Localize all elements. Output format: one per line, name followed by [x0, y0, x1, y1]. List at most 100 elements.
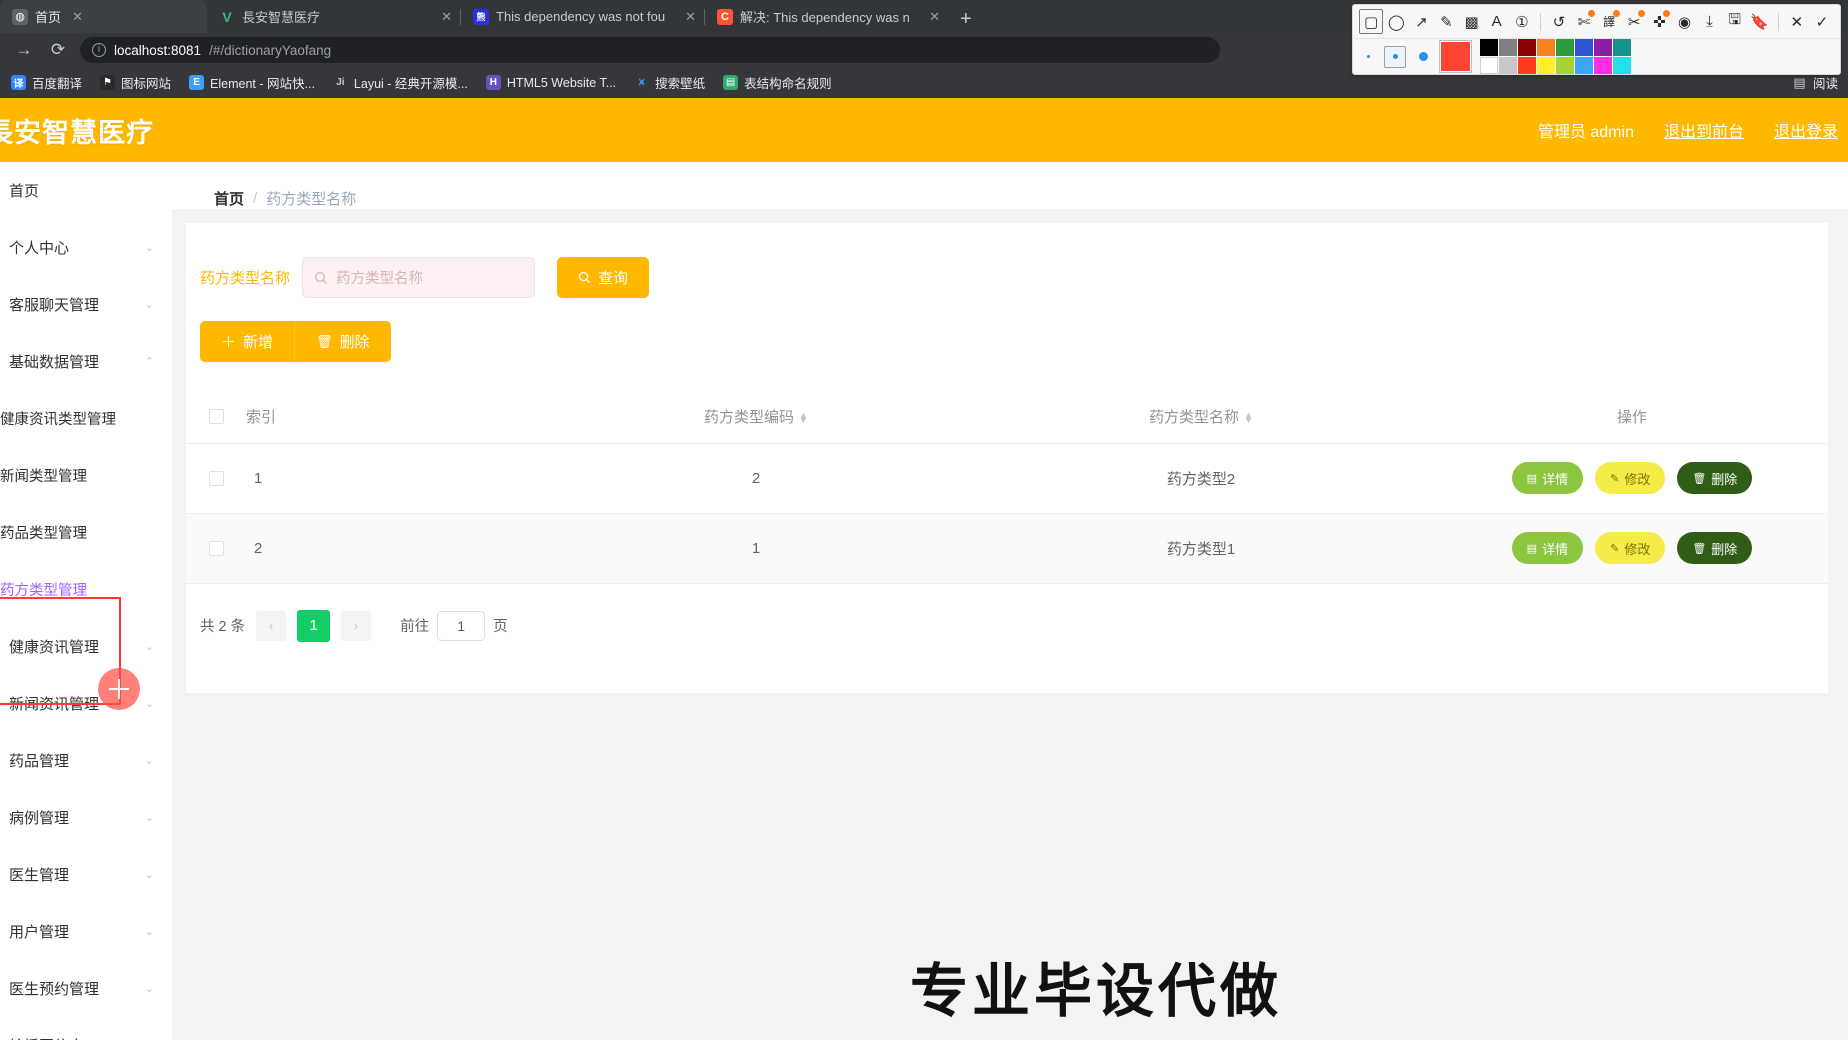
swatch-lightblue[interactable]: [1575, 57, 1593, 74]
edit-button[interactable]: ✎ 修改: [1595, 532, 1666, 564]
sidebar-item-drug-type[interactable]: 药品类型管理: [0, 504, 172, 561]
table-row[interactable]: 2 1 药方类型1 ▤ 详情 ✎ 修改 🗑 删除: [186, 513, 1828, 584]
row-checkbox[interactable]: [208, 471, 224, 487]
sidebar-item-chat-management[interactable]: 客服聊天管理 ⌄: [0, 276, 172, 333]
swatch-blue[interactable]: [1575, 39, 1593, 56]
swatch-magenta[interactable]: [1594, 57, 1612, 74]
batch-delete-button[interactable]: 🗑 删除: [294, 321, 391, 362]
sidebar-item-basic-data-management[interactable]: 基础数据管理 ⌃: [0, 333, 172, 390]
reading-list-label[interactable]: 阅读: [1813, 73, 1838, 92]
swatch-green[interactable]: [1556, 39, 1574, 56]
bookmark-html5-website[interactable]: H HTML5 Website T...: [479, 72, 623, 93]
browser-tab-3[interactable]: 熊 This dependency was not fou ✕: [461, 0, 704, 33]
sort-icon[interactable]: ▲ ▼: [799, 410, 808, 424]
undo-tool-icon[interactable]: ↺: [1547, 9, 1571, 34]
sidebar-item-drug-management[interactable]: 药品管理 ⌄: [0, 732, 172, 789]
active-color-swatch[interactable]: [1439, 40, 1472, 73]
forward-icon[interactable]: →: [12, 40, 36, 60]
browser-tab-4[interactable]: C 解决: This dependency was n ✕: [705, 0, 948, 33]
collect-tool-icon[interactable]: 🔖: [1748, 9, 1772, 34]
detail-button[interactable]: ▤ 详情: [1511, 532, 1584, 564]
ocr-tool-icon[interactable]: ✂: [1622, 9, 1646, 34]
cut-tool-icon[interactable]: ✄: [1572, 9, 1596, 34]
pencil-tool-icon[interactable]: ✎: [1434, 9, 1458, 34]
sidebar-item-personal-center[interactable]: 个人中心 ⌄: [0, 219, 172, 276]
sidebar-item-prescription-type[interactable]: 药方类型管理: [0, 561, 172, 618]
tab-close-icon[interactable]: ✕: [929, 9, 940, 25]
swatch-white[interactable]: [1480, 57, 1498, 74]
swatch-yellow[interactable]: [1537, 57, 1555, 74]
translate-tool-icon[interactable]: 譯: [1597, 9, 1621, 34]
new-tab-button[interactable]: +: [948, 9, 984, 33]
tab-close-icon[interactable]: ✕: [72, 9, 83, 25]
download-tool-icon[interactable]: ⤓: [1697, 9, 1721, 34]
sidebar-item-carousel-info[interactable]: 轮播图信息⌄: [0, 1017, 172, 1040]
swatch-purple[interactable]: [1594, 39, 1612, 56]
record-tool-icon[interactable]: ◉: [1672, 9, 1696, 34]
rect-tool-icon[interactable]: ▢: [1359, 9, 1384, 34]
logout-link[interactable]: 退出登录: [1774, 118, 1838, 142]
brush-size-small[interactable]: [1361, 50, 1375, 64]
swatch-cyan[interactable]: [1613, 57, 1631, 74]
bookmark-icon-site[interactable]: ⚑ 图标网站: [93, 70, 178, 95]
confirm-tool-icon[interactable]: ✓: [1810, 9, 1834, 34]
tab-close-icon[interactable]: ✕: [441, 9, 452, 25]
swatch-lightgray[interactable]: [1499, 57, 1517, 74]
column-name[interactable]: 药方类型名称 ▲ ▼: [966, 390, 1436, 444]
brush-size-large[interactable]: [1415, 49, 1431, 65]
query-button[interactable]: 查询: [557, 257, 650, 298]
bookmark-layui[interactable]: Ji Layui - 经典开源模...: [326, 70, 475, 95]
serial-number-tool-icon[interactable]: ①: [1510, 9, 1534, 34]
cancel-tool-icon[interactable]: ✕: [1785, 9, 1809, 34]
swatch-darkred[interactable]: [1518, 39, 1536, 56]
sidebar-item-news-type[interactable]: 新闻类型管理: [0, 447, 172, 504]
exit-to-frontend-link[interactable]: 退出到前台: [1664, 118, 1744, 142]
sidebar-item-case-management[interactable]: 病例管理 ⌄: [0, 789, 172, 846]
pagination-page-1[interactable]: 1: [297, 609, 331, 642]
tab-close-icon[interactable]: ✕: [685, 9, 696, 25]
address-input[interactable]: i localhost:8081 /#/dictionaryYaofang: [80, 37, 1220, 63]
ellipse-tool-icon[interactable]: ◯: [1384, 9, 1408, 34]
delete-button[interactable]: 🗑 删除: [1677, 462, 1753, 494]
sort-icon[interactable]: ▲ ▼: [1244, 410, 1253, 424]
sidebar-item-news-management[interactable]: 新闻资讯管理 ⌄: [0, 675, 172, 732]
delete-button[interactable]: 🗑 删除: [1677, 532, 1753, 564]
swatch-lime[interactable]: [1556, 57, 1574, 74]
swatch-gray[interactable]: [1499, 39, 1517, 56]
table-row[interactable]: 1 2 药方类型2 ▤ 详情 ✎ 修改 🗑 删除: [186, 443, 1828, 514]
sidebar-item-doctor-management[interactable]: 医生管理 ⌄: [0, 846, 172, 903]
brush-size-medium[interactable]: [1384, 45, 1406, 68]
bookmark-element[interactable]: E Element - 网站快...: [182, 70, 322, 95]
sidebar-item-home[interactable]: 首页: [0, 162, 172, 219]
save-tool-icon[interactable]: 🖫: [1723, 9, 1747, 34]
swatch-orange[interactable]: [1537, 39, 1555, 56]
pagination-next-button[interactable]: ›: [341, 610, 372, 641]
select-all-checkbox[interactable]: [208, 409, 224, 425]
detail-button[interactable]: ▤ 详情: [1511, 462, 1584, 494]
sidebar-item-appointment-management[interactable]: 医生预约管理 ⌄: [0, 960, 172, 1017]
swatch-black[interactable]: [1480, 39, 1498, 56]
column-code[interactable]: 药方类型编码 ▲ ▼: [546, 390, 966, 444]
browser-tab-1[interactable]: ◍ 首页 ✕: [0, 0, 207, 33]
sidebar-item-health-info-type[interactable]: 健康资讯类型管理: [0, 390, 172, 447]
mosaic-tool-icon[interactable]: ▩: [1460, 9, 1484, 34]
arrow-tool-icon[interactable]: ↗: [1409, 9, 1433, 34]
breadcrumb-home[interactable]: 首页: [214, 188, 244, 209]
sidebar-item-user-management[interactable]: 用户管理 ⌄: [0, 903, 172, 960]
add-button[interactable]: ＋ 新增: [200, 321, 295, 362]
reload-icon[interactable]: ⟳: [46, 40, 70, 60]
pin-tool-icon[interactable]: ✜: [1647, 9, 1671, 34]
row-checkbox[interactable]: [208, 541, 224, 557]
bookmark-table-naming[interactable]: ▤ 表结构命名规则: [716, 70, 839, 95]
sidebar-item-health-info-management[interactable]: 健康资讯管理 ⌄: [0, 618, 172, 675]
site-info-icon[interactable]: i: [92, 43, 106, 57]
pagination-goto-input[interactable]: 1: [437, 610, 486, 641]
browser-tab-2[interactable]: V 長安智慧医疗 ✕: [207, 0, 460, 33]
bookmark-baidu-fanyi[interactable]: 译百度翻译: [4, 70, 89, 95]
swatch-red[interactable]: [1518, 57, 1536, 74]
pagination-prev-button[interactable]: ‹: [256, 610, 287, 641]
search-input[interactable]: 药方类型名称: [302, 257, 536, 298]
bookmark-wallpaper[interactable]: ⩙ 搜索壁纸: [627, 70, 712, 95]
swatch-teal[interactable]: [1613, 39, 1631, 56]
edit-button[interactable]: ✎ 修改: [1595, 462, 1666, 494]
